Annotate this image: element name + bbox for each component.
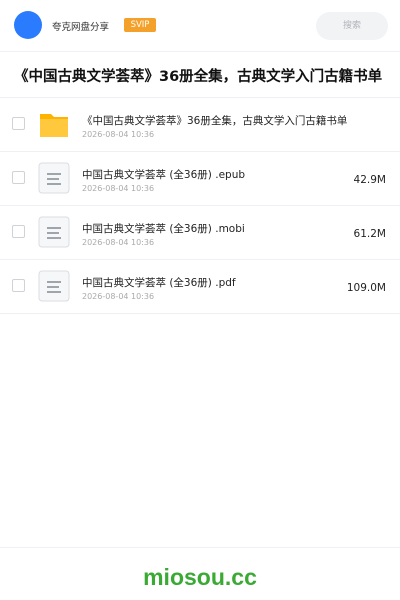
footer: miosou.cc — [0, 547, 400, 600]
header-bar: 夸克网盘分享 SVIP 搜索 — [0, 0, 400, 52]
app-name: 夸克网盘分享 — [52, 22, 110, 33]
select-checkbox[interactable] — [12, 117, 25, 130]
file-name: 中国古典文学荟萃 (全36册) .epub — [82, 169, 246, 181]
file-date: 2026-08-04 10:36 — [82, 238, 155, 247]
file-list: 《中国古典文学荟萃》36册全集，古典文学入门古籍书单 2026-08-04 10… — [0, 98, 400, 314]
select-checkbox[interactable] — [12, 171, 25, 184]
avatar[interactable] — [14, 11, 42, 39]
select-checkbox[interactable] — [12, 225, 25, 238]
file-date: 2026-08-04 10:36 — [82, 184, 155, 193]
file-size: 61.2M — [353, 228, 386, 240]
footer-brand[interactable]: miosou.cc — [0, 564, 400, 591]
list-item[interactable]: 中国古典文学荟萃 (全36册) .pdf 2026-08-04 10:36 10… — [0, 260, 400, 314]
list-item[interactable]: 中国古典文学荟萃 (全36册) .mobi 2026-08-04 10:36 6… — [0, 206, 400, 260]
list-item[interactable]: 《中国古典文学荟萃》36册全集，古典文学入门古籍书单 2026-08-04 10… — [0, 98, 400, 152]
folder-icon — [40, 114, 68, 137]
file-date: 2026-08-04 10:36 — [82, 292, 155, 301]
page-title: 《中国古典文学荟萃》36册全集，古典文学入门古籍书单 — [14, 69, 383, 85]
file-name: 中国古典文学荟萃 (全36册) .mobi — [82, 223, 245, 235]
title-bar: 《中国古典文学荟萃》36册全集，古典文学入门古籍书单 — [0, 52, 400, 98]
svip-badge: SVIP — [124, 18, 156, 32]
file-date: 2026-08-04 10:36 — [82, 130, 155, 139]
document-icon — [38, 162, 70, 194]
search-input[interactable]: 搜索 — [316, 12, 388, 40]
select-checkbox[interactable] — [12, 279, 25, 292]
file-name: 《中国古典文学荟萃》36册全集，古典文学入门古籍书单 — [82, 115, 348, 127]
file-size: 42.9M — [353, 174, 386, 186]
document-icon — [38, 270, 70, 302]
file-size: 109.0M — [346, 282, 386, 294]
document-icon — [38, 216, 70, 248]
list-item[interactable]: 中国古典文学荟萃 (全36册) .epub 2026-08-04 10:36 4… — [0, 152, 400, 206]
file-name: 中国古典文学荟萃 (全36册) .pdf — [82, 277, 236, 289]
